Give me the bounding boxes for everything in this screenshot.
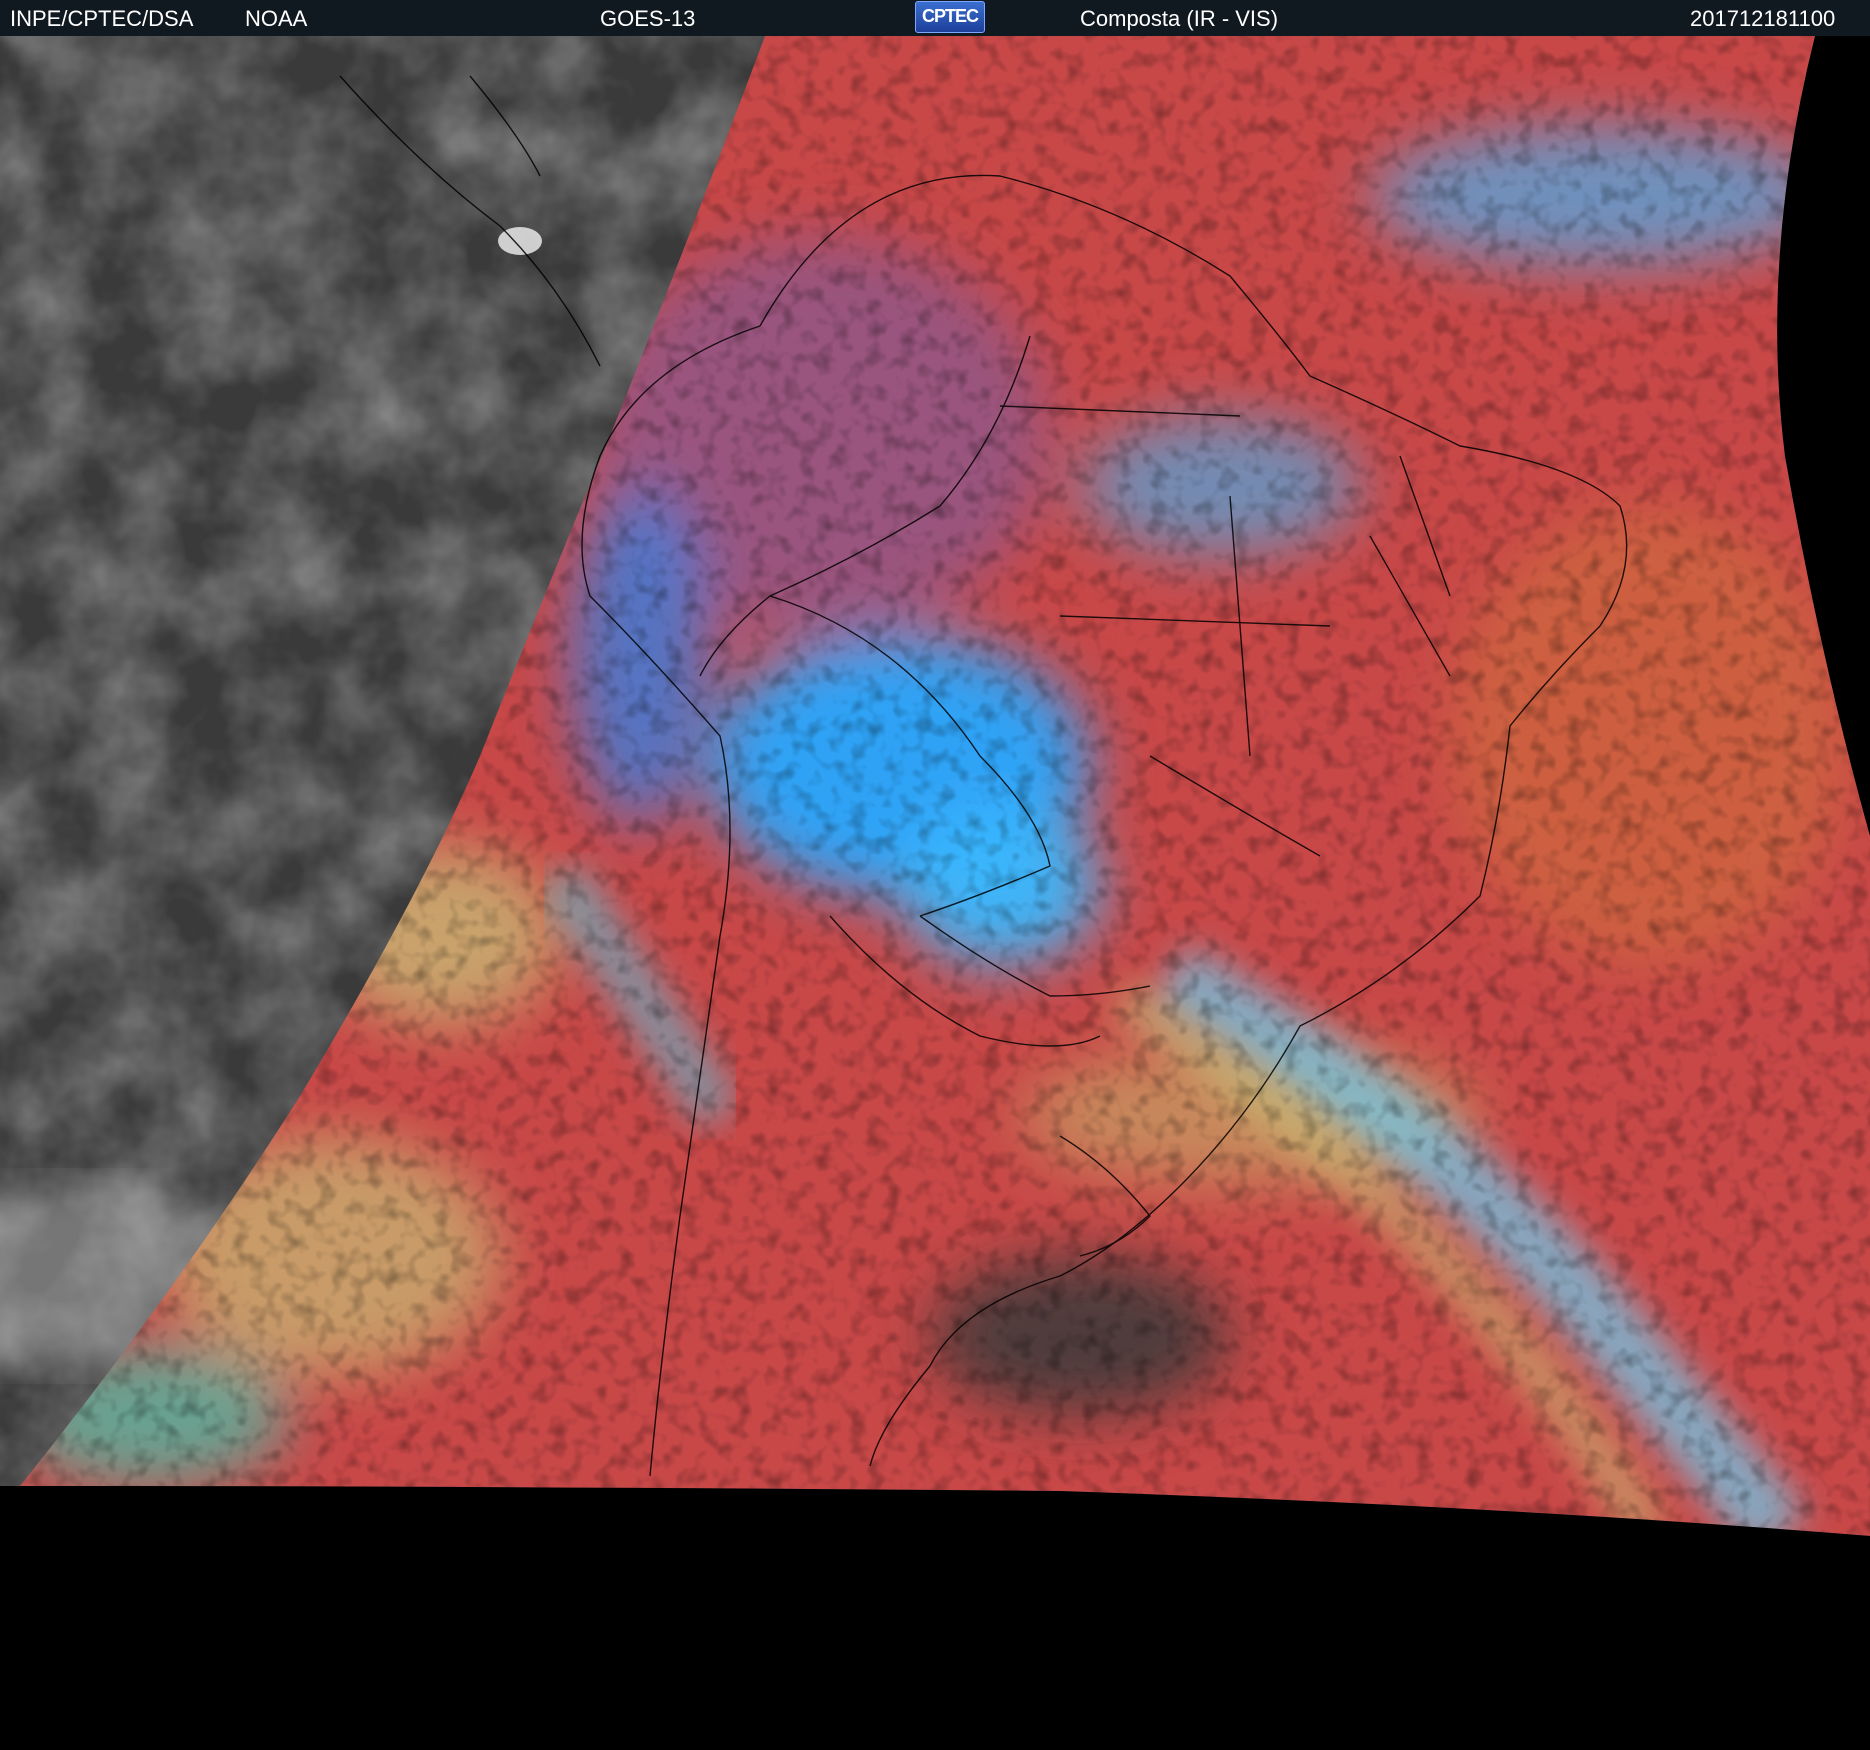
satellite-map [0, 36, 1870, 1750]
product-label: Composta (IR - VIS) [1080, 6, 1279, 31]
satellite-label: GOES-13 [600, 6, 696, 31]
header-bar: INPE/CPTEC/DSA NOAA GOES-13 CPTEC Compos… [0, 0, 1870, 36]
satellite-image [0, 36, 1870, 1750]
cptec-logo-text: CPTEC [921, 6, 979, 26]
outside-disk-south [0, 1486, 1870, 1750]
partner-label: NOAA [245, 6, 308, 31]
cptec-logo: CPTEC [915, 1, 985, 33]
timestamp-label: 201712181100 [1690, 6, 1836, 31]
agency-label: INPE/CPTEC/DSA [10, 6, 194, 31]
